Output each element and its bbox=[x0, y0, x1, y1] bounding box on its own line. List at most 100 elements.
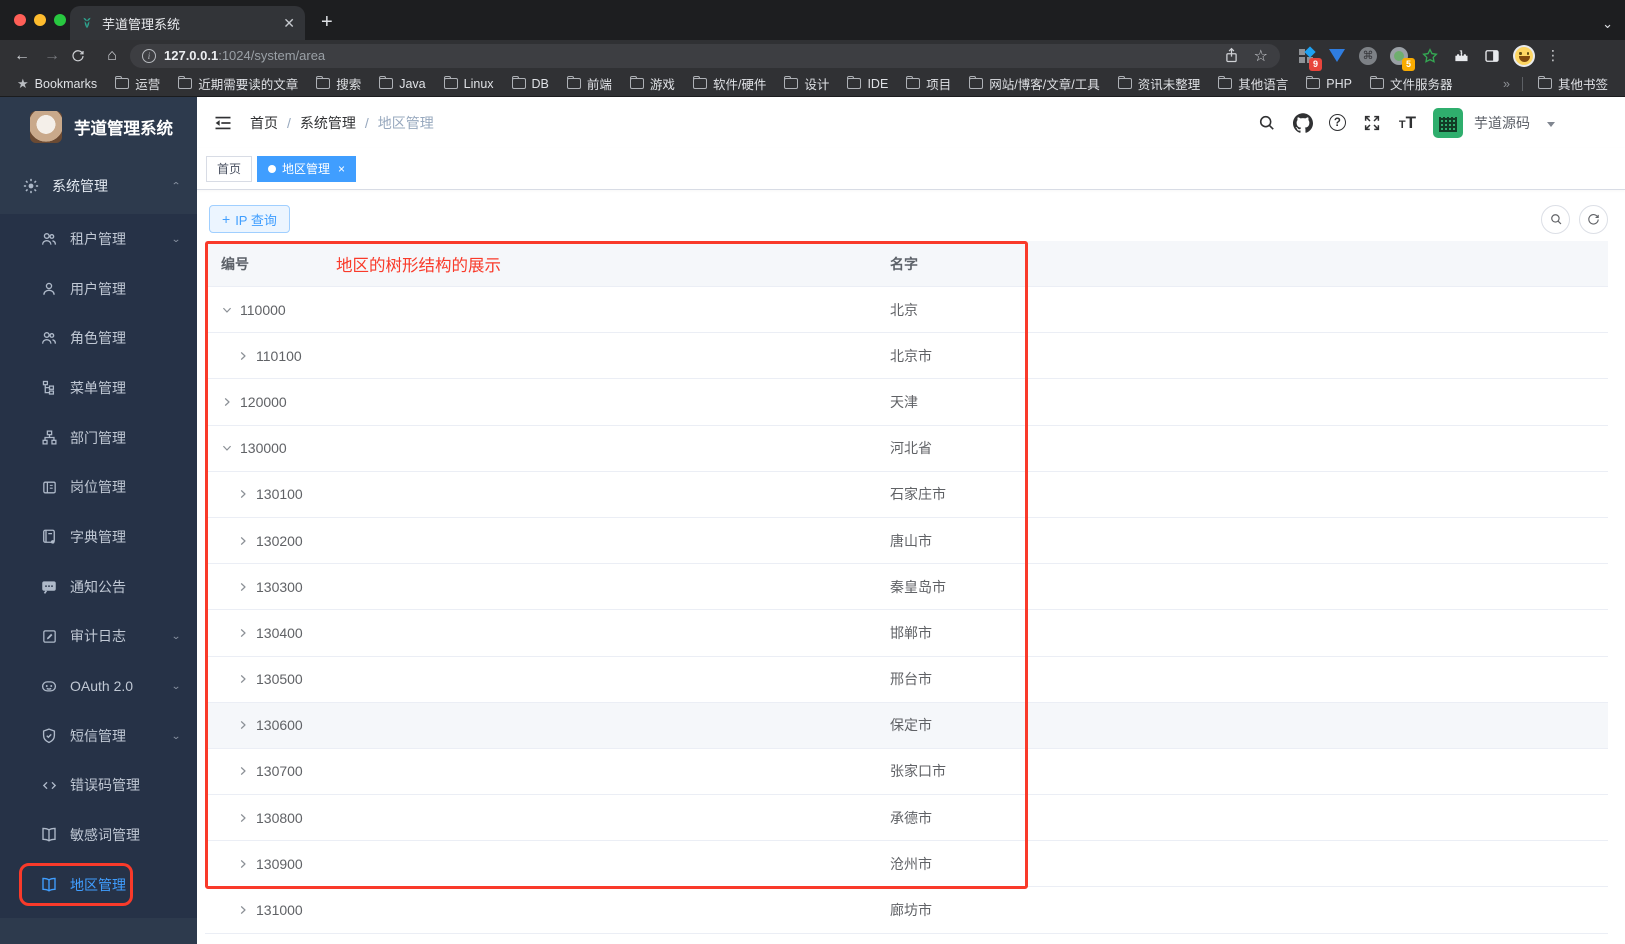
sidebar-item-menu[interactable]: 菜单管理 bbox=[0, 363, 197, 413]
other-bookmarks[interactable]: 其他书签 bbox=[1531, 74, 1615, 93]
extension-gem-icon[interactable] bbox=[1327, 46, 1347, 66]
bookmark-folder[interactable]: 近期需要读的文章 bbox=[171, 74, 305, 93]
expand-arrow-icon[interactable] bbox=[237, 719, 249, 731]
bookmark-folder[interactable]: 网站/博客/文章/工具 bbox=[962, 74, 1106, 93]
table-row[interactable]: 110100 北京市 bbox=[205, 333, 1608, 380]
sidebar-item-system-management[interactable]: 系统管理 ⌃ bbox=[0, 157, 197, 214]
bookmark-folder[interactable]: Linux bbox=[437, 75, 501, 91]
bookmark-item[interactable]: ★ Bookmarks bbox=[10, 76, 104, 92]
expand-arrow-icon[interactable] bbox=[237, 535, 249, 547]
expand-arrow-icon[interactable] bbox=[237, 858, 249, 870]
bookmark-folder[interactable]: PHP bbox=[1299, 75, 1359, 91]
user-name[interactable]: 芋道源码 bbox=[1474, 113, 1530, 133]
collapse-arrow-icon[interactable] bbox=[221, 442, 233, 454]
table-row[interactable]: 131000 廊坊市 bbox=[205, 887, 1608, 934]
bookmark-folder[interactable]: 项目 bbox=[899, 74, 958, 93]
expand-arrow-icon[interactable] bbox=[237, 812, 249, 824]
extension-blue-grid-icon[interactable]: 9 bbox=[1296, 45, 1322, 71]
expand-arrow-icon[interactable] bbox=[221, 396, 233, 408]
address-bar[interactable]: i 127.0.0.1:1024/system/area ☆ bbox=[130, 43, 1280, 68]
expand-arrow-icon[interactable] bbox=[237, 350, 249, 362]
sidebar-fold-icon[interactable] bbox=[213, 113, 233, 133]
sidebar-item-dict[interactable]: 字典管理 bbox=[0, 512, 197, 562]
reload-button[interactable] bbox=[70, 48, 94, 64]
search-circle-button[interactable] bbox=[1541, 204, 1570, 234]
extension-green-star-icon[interactable] bbox=[1420, 46, 1440, 66]
sidebar-item-role[interactable]: 角色管理 bbox=[0, 313, 197, 363]
extensions-puzzle-icon[interactable] bbox=[1451, 46, 1471, 66]
table-row[interactable]: 130800 承德市 bbox=[205, 795, 1608, 842]
refresh-circle-button[interactable] bbox=[1579, 204, 1608, 234]
close-window-button[interactable] bbox=[14, 14, 26, 26]
bookmark-folder[interactable]: 运营 bbox=[108, 74, 167, 93]
sidebar-item-area[interactable]: 地区管理 bbox=[0, 860, 197, 910]
sidebar-item-sms[interactable]: 短信管理 ⌄ bbox=[0, 711, 197, 761]
font-size-icon[interactable]: TT bbox=[1399, 113, 1416, 133]
forward-button[interactable]: → bbox=[40, 47, 64, 65]
browser-tab[interactable]: 芋道管理系统 ✕ bbox=[70, 6, 305, 40]
table-row[interactable]: 130000 河北省 bbox=[205, 425, 1608, 472]
browser-menu-icon[interactable]: ⋮ bbox=[1546, 47, 1560, 64]
new-tab-button[interactable]: + bbox=[321, 11, 333, 34]
sidebar-item-tenant[interactable]: 租户管理 ⌄ bbox=[0, 214, 197, 264]
profile-avatar[interactable] bbox=[1513, 44, 1535, 67]
bookmark-folder[interactable]: 其他语言 bbox=[1211, 74, 1295, 93]
bookmark-folder[interactable]: 设计 bbox=[777, 74, 836, 93]
table-row[interactable]: 130500 邢台市 bbox=[205, 656, 1608, 703]
sidebar-item-sensitive-word[interactable]: 敏感词管理 bbox=[0, 810, 197, 860]
breadcrumb-home[interactable]: 首页 bbox=[250, 113, 278, 133]
collapse-arrow-icon[interactable] bbox=[221, 304, 233, 316]
table-row[interactable]: 110000 北京 bbox=[205, 287, 1608, 334]
help-icon[interactable]: ? bbox=[1328, 114, 1346, 131]
table-row[interactable]: 130700 张家口市 bbox=[205, 748, 1608, 796]
home-button[interactable]: ⌂ bbox=[100, 47, 124, 65]
table-row[interactable]: 130300 秦皇岛市 bbox=[205, 564, 1608, 611]
sidebar-item-user[interactable]: 用户管理 bbox=[0, 264, 197, 314]
bookmark-folder[interactable]: 前端 bbox=[560, 74, 619, 93]
minimize-window-button[interactable] bbox=[34, 14, 46, 26]
tag-close-icon[interactable]: × bbox=[338, 162, 345, 176]
bookmarks-overflow-chevron[interactable]: » bbox=[1499, 77, 1514, 91]
table-row-hovered[interactable]: 130600 保定市 bbox=[205, 702, 1608, 749]
zoom-window-button[interactable] bbox=[54, 14, 66, 26]
sidebar-item-audit-log[interactable]: 审计日志 ⌄ bbox=[0, 612, 197, 662]
table-row[interactable]: 130100 石家庄市 bbox=[205, 471, 1608, 518]
expand-arrow-icon[interactable] bbox=[237, 904, 249, 916]
ip-query-button[interactable]: + IP 查询 bbox=[209, 205, 290, 233]
expand-arrow-icon[interactable] bbox=[237, 488, 249, 500]
sidebar-item-oauth[interactable]: OAuth 2.0 ⌄ bbox=[0, 661, 197, 711]
table-row[interactable]: 130900 沧州市 bbox=[205, 841, 1608, 888]
expand-arrow-icon[interactable] bbox=[237, 627, 249, 639]
table-row[interactable]: 120000 天津 bbox=[205, 379, 1608, 426]
expand-arrow-icon[interactable] bbox=[237, 581, 249, 593]
expand-arrow-icon[interactable] bbox=[237, 765, 249, 777]
user-avatar[interactable] bbox=[1433, 107, 1463, 138]
fullscreen-icon[interactable] bbox=[1363, 113, 1382, 132]
github-icon[interactable] bbox=[1293, 113, 1312, 132]
user-dropdown-caret-icon[interactable] bbox=[1547, 121, 1555, 127]
bookmark-folder[interactable]: 游戏 bbox=[623, 74, 682, 93]
macos-traffic-lights[interactable] bbox=[14, 14, 66, 26]
sidebar-item-error-code[interactable]: 错误码管理 bbox=[0, 761, 197, 811]
bookmark-folder[interactable]: 软件/硬件 bbox=[686, 74, 773, 93]
tab-search-chevron-icon[interactable]: ⌄ bbox=[1602, 16, 1613, 32]
bookmark-star-icon[interactable]: ☆ bbox=[1254, 46, 1268, 66]
sidebar-item-post[interactable]: 岗位管理 bbox=[0, 462, 197, 512]
bookmark-folder[interactable]: IDE bbox=[840, 75, 895, 91]
extension-command-icon[interactable]: ⌘ bbox=[1358, 46, 1378, 66]
site-info-icon[interactable]: i bbox=[142, 48, 156, 63]
sidebar-logo[interactable]: 芋道管理系统 bbox=[0, 97, 197, 157]
tag-home[interactable]: 首页 bbox=[206, 155, 253, 182]
sidebar-item-notice[interactable]: 通知公告 bbox=[0, 562, 197, 612]
table-row[interactable]: 130400 邯郸市 bbox=[205, 610, 1608, 657]
bookmark-folder[interactable]: 资讯未整理 bbox=[1111, 74, 1208, 93]
extension-green-dot-icon[interactable]: 5 bbox=[1389, 46, 1415, 71]
breadcrumb-system[interactable]: 系统管理 bbox=[300, 113, 356, 133]
sidebar-item-dept[interactable]: 部门管理 bbox=[0, 413, 197, 463]
expand-arrow-icon[interactable] bbox=[237, 673, 249, 685]
share-icon[interactable] bbox=[1223, 47, 1240, 64]
search-icon[interactable] bbox=[1257, 113, 1276, 132]
bookmark-folder[interactable]: DB bbox=[505, 75, 556, 91]
tag-area-active[interactable]: 地区管理 × bbox=[257, 155, 357, 182]
table-row[interactable]: 130200 唐山市 bbox=[205, 517, 1608, 565]
